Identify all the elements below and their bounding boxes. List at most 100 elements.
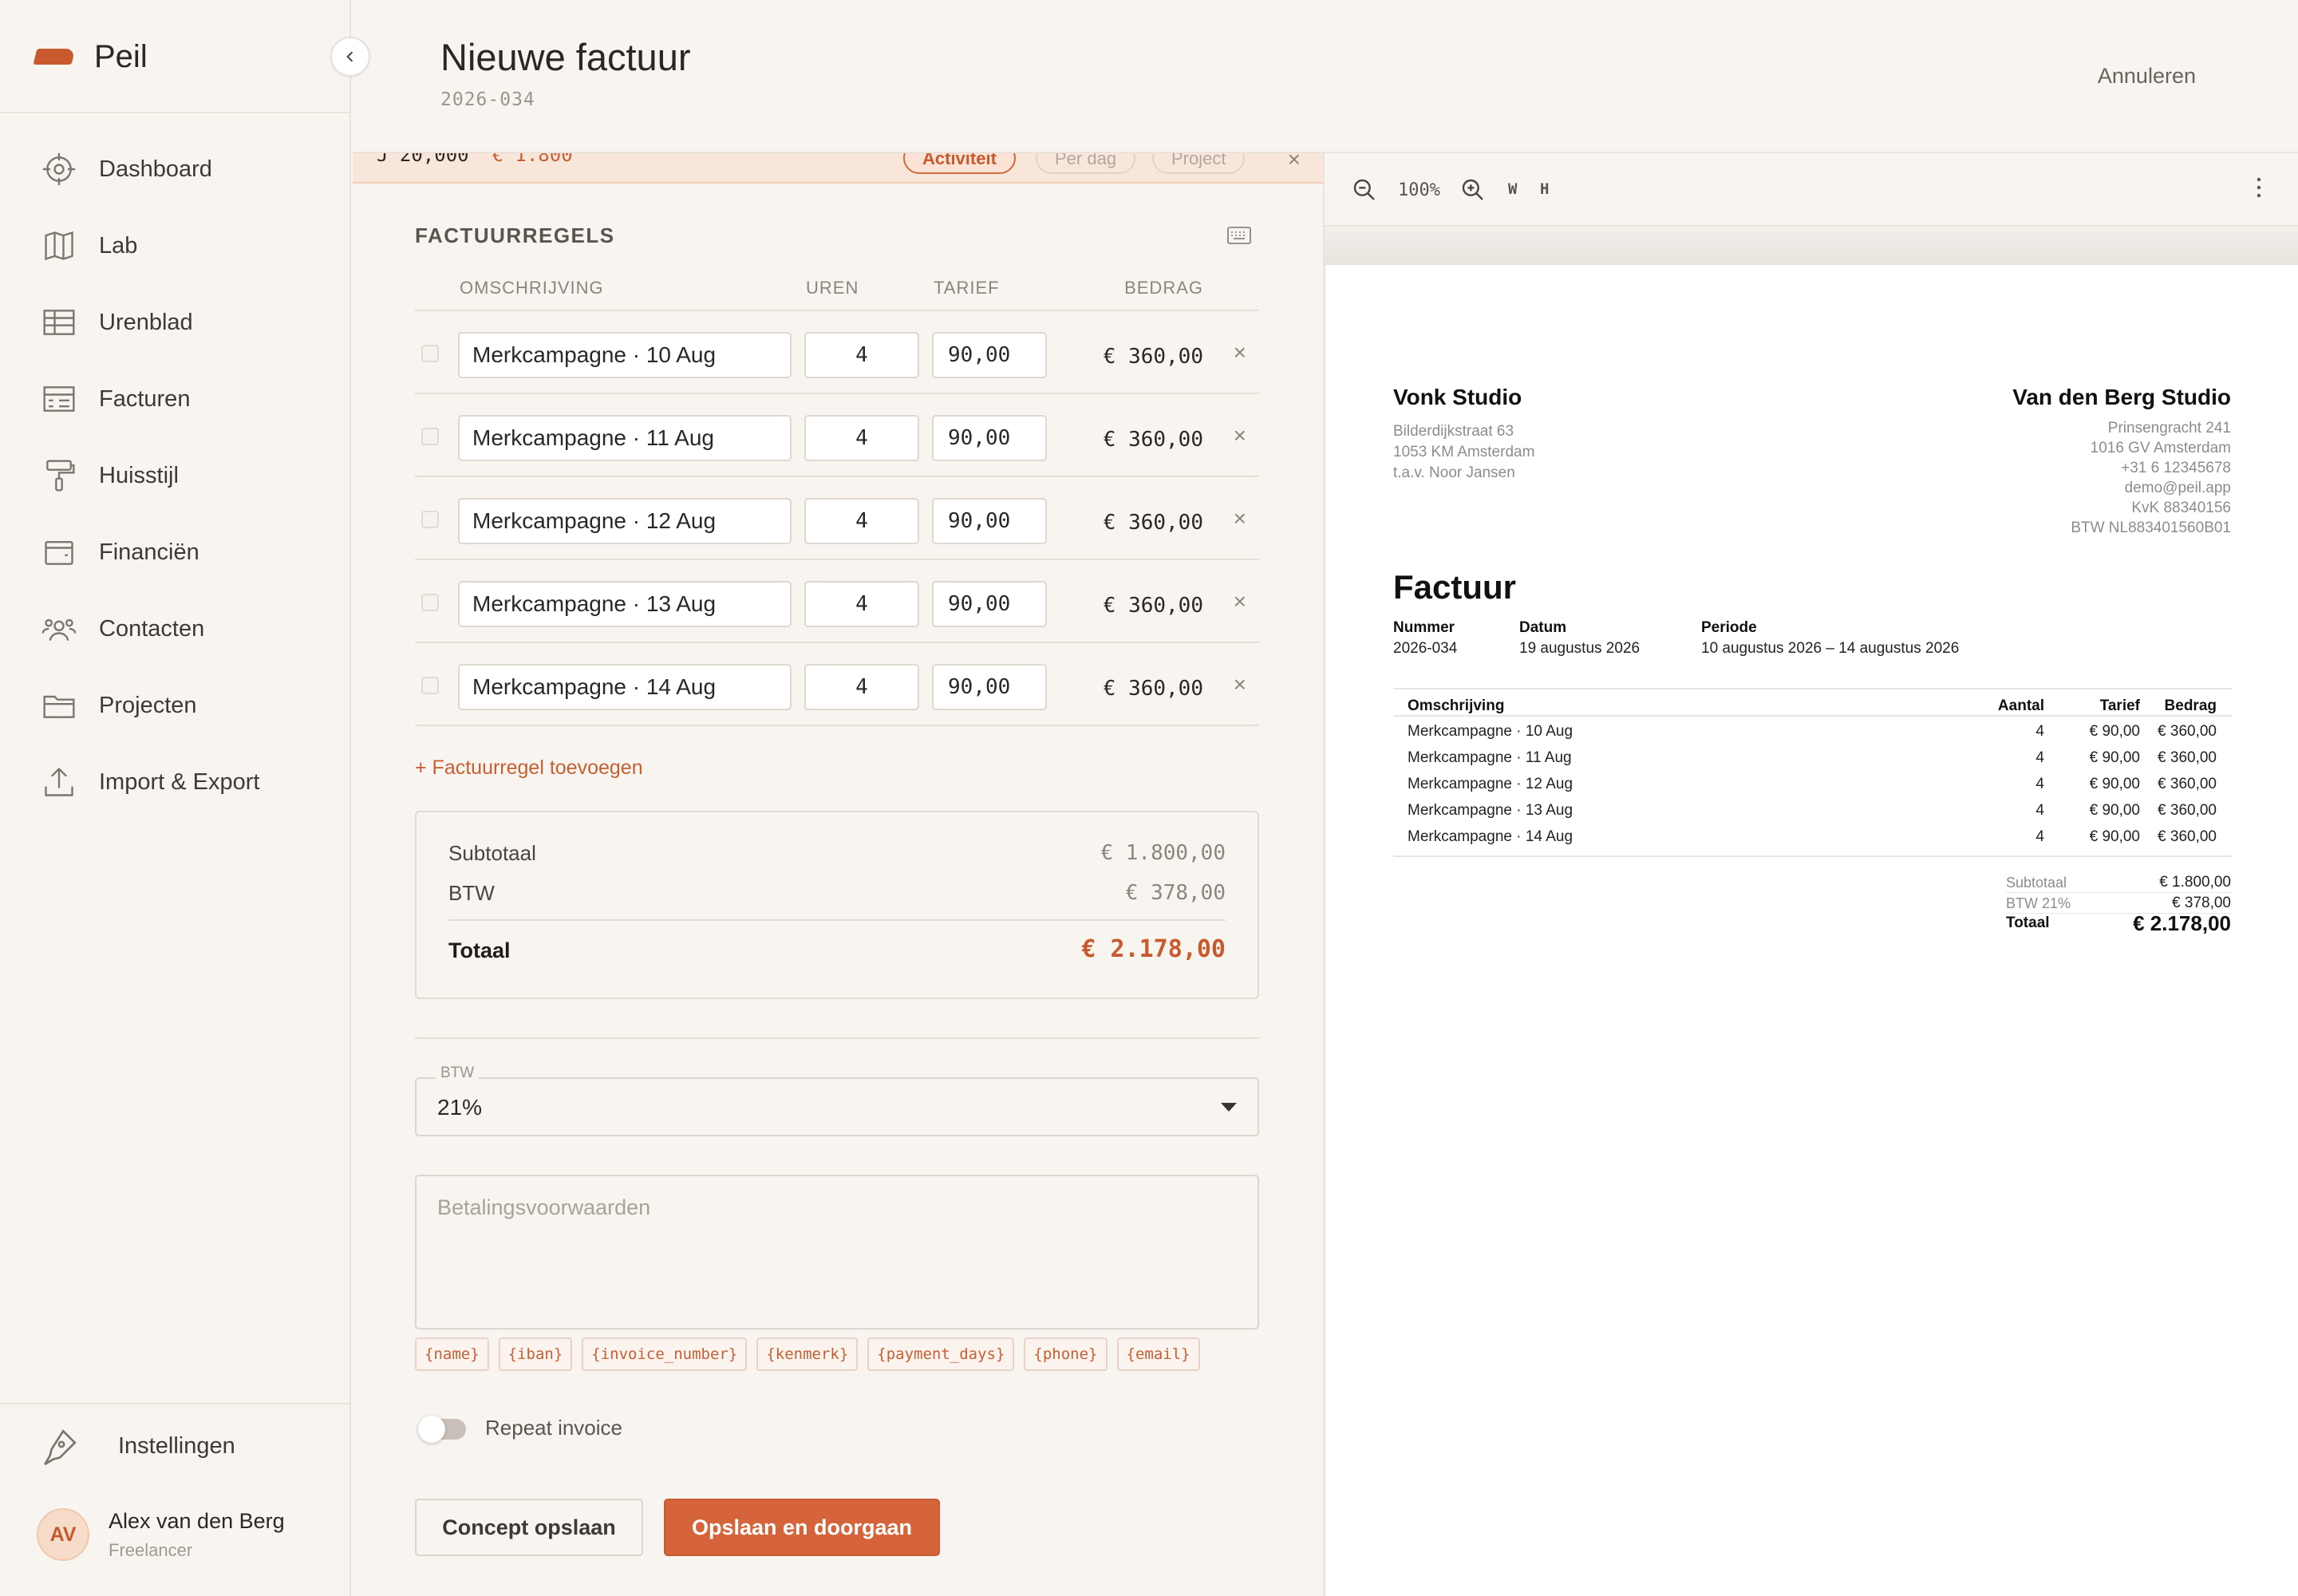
sidebar-item-financien[interactable]: Financiën: [41, 528, 337, 576]
preview-table-line: [1393, 688, 2233, 689]
table-row: Merkcampagne · 10 Aug 4 90,00 € 360,00 ×: [415, 311, 1259, 394]
rate-input[interactable]: 90,00: [932, 581, 1047, 627]
preview-row-qty: 4: [2035, 776, 2044, 792]
fit-width-button[interactable]: W: [1508, 180, 1517, 198]
pen-nib-icon: [44, 1429, 77, 1466]
sidebar-item-settings[interactable]: Instellingen: [40, 1422, 235, 1470]
line-amount: € 360,00: [1103, 428, 1203, 452]
description-input[interactable]: Merkcampagne · 13 Aug: [458, 581, 792, 627]
preview-row-qty: 4: [2035, 749, 2044, 766]
meta-value: 2026-034: [1393, 640, 1458, 657]
total-value: € 2.178,00: [1081, 935, 1226, 963]
vat-select[interactable]: 21%: [415, 1077, 1259, 1136]
cancel-button[interactable]: Annuleren: [2098, 64, 2196, 89]
preview-table-line: [1393, 715, 2233, 717]
sidebar-item-contacten[interactable]: Contacten: [41, 605, 337, 653]
token-chip[interactable]: {invoice_number}: [582, 1337, 748, 1371]
row-checkbox[interactable]: [421, 511, 439, 528]
meta-label: Periode: [1701, 619, 1757, 636]
rate-input[interactable]: 90,00: [932, 415, 1047, 461]
row-checkbox[interactable]: [421, 677, 439, 694]
payment-terms-textarea[interactable]: Betalingsvoorwaarden: [415, 1175, 1259, 1329]
hours-input[interactable]: 4: [804, 581, 919, 627]
remove-line-icon[interactable]: ×: [1234, 589, 1246, 614]
total-label: Totaal: [448, 938, 511, 962]
pill-project[interactable]: Project: [1152, 153, 1246, 174]
zoom-out-icon[interactable]: [1352, 177, 1377, 203]
save-continue-button[interactable]: Opslaan en doorgaan: [664, 1499, 940, 1556]
preview-row-amount: € 360,00: [2158, 776, 2217, 792]
banner-amount: € 1.800: [492, 153, 573, 166]
token-chip[interactable]: {email}: [1116, 1337, 1200, 1371]
save-draft-button[interactable]: Concept opslaan: [415, 1499, 643, 1556]
sidebar-item-import-export[interactable]: Import & Export: [41, 758, 337, 806]
remove-line-icon[interactable]: ×: [1234, 340, 1246, 365]
sidebar-item-huisstijl[interactable]: Huisstijl: [41, 452, 337, 500]
pill-per-dag[interactable]: Per dag: [1036, 153, 1136, 174]
sidebar-item-label: Financiën: [99, 539, 199, 565]
table-row: Merkcampagne · 14 Aug 4 90,00 € 360,00 ×: [415, 643, 1259, 726]
rate-input[interactable]: 90,00: [932, 332, 1047, 378]
rate-input[interactable]: 90,00: [932, 664, 1047, 710]
collapse-sidebar-button[interactable]: [330, 37, 370, 77]
rate-input[interactable]: 90,00: [932, 498, 1047, 544]
remove-line-icon[interactable]: ×: [1234, 423, 1246, 448]
hours-input[interactable]: 4: [804, 664, 919, 710]
sidebar-item-facturen[interactable]: Facturen: [41, 375, 337, 423]
token-chip[interactable]: {iban}: [498, 1337, 573, 1371]
hours-input[interactable]: 4: [804, 332, 919, 378]
pill-activiteit[interactable]: Activiteit: [903, 153, 1016, 174]
zoom-in-icon[interactable]: [1460, 177, 1486, 203]
hours-input[interactable]: 4: [804, 415, 919, 461]
brand[interactable]: Peil: [33, 32, 148, 81]
fit-height-button[interactable]: H: [1540, 180, 1549, 198]
preview-row-rate: € 90,00: [2089, 749, 2140, 766]
description-input[interactable]: Merkcampagne · 14 Aug: [458, 664, 792, 710]
preview-row-rate: € 90,00: [2089, 802, 2140, 819]
token-chip[interactable]: {payment_days}: [867, 1337, 1015, 1371]
sender-address-line: demo@peil.app: [2124, 480, 2231, 496]
zoom-level: 100%: [1398, 180, 1440, 200]
more-options-icon[interactable]: [2257, 177, 2261, 198]
upload-icon: [45, 767, 73, 796]
add-line-button[interactable]: + Factuurregel toevoegen: [415, 757, 643, 780]
description-input[interactable]: Merkcampagne · 12 Aug: [458, 498, 792, 544]
token-chip[interactable]: {kenmerk}: [756, 1337, 859, 1371]
sidebar-item-urenblad[interactable]: Urenblad: [41, 298, 337, 346]
totals-summary: Subtotaal € 1.800,00 BTW € 378,00 Totaal…: [415, 811, 1259, 999]
row-checkbox[interactable]: [421, 345, 439, 362]
line-amount: € 360,00: [1103, 345, 1203, 369]
section-title: FACTUURREGELS: [415, 223, 615, 247]
vat-select-label: BTW: [436, 1065, 480, 1082]
keyboard-icon[interactable]: [1227, 227, 1251, 244]
preview-row-rate: € 90,00: [2089, 776, 2140, 792]
preview-row-amount: € 360,00: [2158, 828, 2217, 845]
logo-mark: [33, 49, 76, 65]
preview-vat-label: BTW 21%: [2006, 895, 2071, 911]
preview-column-rate: Tarief: [2099, 697, 2140, 714]
close-icon[interactable]: ×: [1288, 153, 1301, 172]
sender-address-line: 1016 GV Amsterdam: [2090, 440, 2231, 456]
user-profile[interactable]: AV Alex van den Berg Freelancer: [37, 1508, 285, 1561]
repeat-invoice-toggle[interactable]: [418, 1416, 466, 1443]
row-checkbox[interactable]: [421, 428, 439, 445]
map-icon: [45, 231, 73, 261]
sender-address-line: +31 6 12345678: [2121, 460, 2231, 476]
banner-prefix: J 20,000: [377, 153, 469, 166]
chevron-down-icon: [1221, 1103, 1237, 1112]
hours-input[interactable]: 4: [804, 498, 919, 544]
sidebar-item-projecten[interactable]: Projecten: [41, 681, 337, 729]
sidebar-item-label: Contacten: [99, 615, 205, 642]
repeat-invoice-label: Repeat invoice: [485, 1416, 622, 1440]
token-chip[interactable]: {name}: [415, 1337, 489, 1371]
row-checkbox[interactable]: [421, 594, 439, 611]
user-role: Freelancer: [109, 1539, 193, 1560]
sidebar-item-dashboard[interactable]: Dashboard: [41, 145, 337, 193]
page-header: Nieuwe factuur 2026-034 Annuleren: [353, 0, 2298, 153]
token-chip[interactable]: {phone}: [1024, 1337, 1108, 1371]
remove-line-icon[interactable]: ×: [1234, 672, 1246, 697]
remove-line-icon[interactable]: ×: [1234, 506, 1246, 531]
description-input[interactable]: Merkcampagne · 10 Aug: [458, 332, 792, 378]
sidebar-item-lab[interactable]: Lab: [41, 222, 337, 270]
description-input[interactable]: Merkcampagne · 11 Aug: [458, 415, 792, 461]
